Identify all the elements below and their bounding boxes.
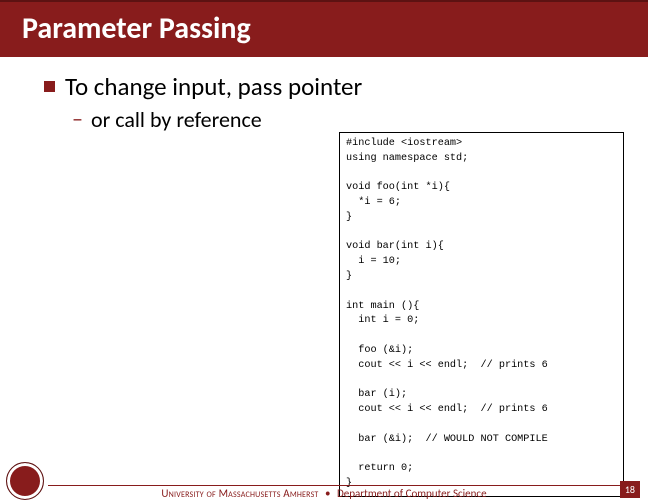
sub-bullet-text: or call by reference (91, 106, 262, 133)
footer-divider (48, 485, 620, 486)
footer-university: University of Massachusetts Amherst (161, 487, 318, 500)
slide-title: Parameter Passing (22, 10, 626, 47)
bullet-text: To change input, pass pointer (65, 71, 362, 102)
title-band: Parameter Passing (0, 0, 648, 57)
page-number: 18 (620, 481, 640, 498)
footer-text: University of Massachusetts Amherst • De… (0, 487, 648, 500)
footer-separator: • (325, 487, 330, 500)
content-area: To change input, pass pointer – or call … (0, 57, 648, 133)
bullet-square-icon (44, 81, 55, 92)
code-sample: #include <iostream> using namespace std;… (339, 132, 624, 497)
footer: University of Massachusetts Amherst • De… (0, 472, 648, 504)
sub-bullet-item: – or call by reference (72, 106, 618, 133)
footer-department: Department of Computer Science (337, 487, 487, 500)
bullet-item: To change input, pass pointer (44, 71, 618, 102)
dash-icon: – (72, 106, 83, 132)
